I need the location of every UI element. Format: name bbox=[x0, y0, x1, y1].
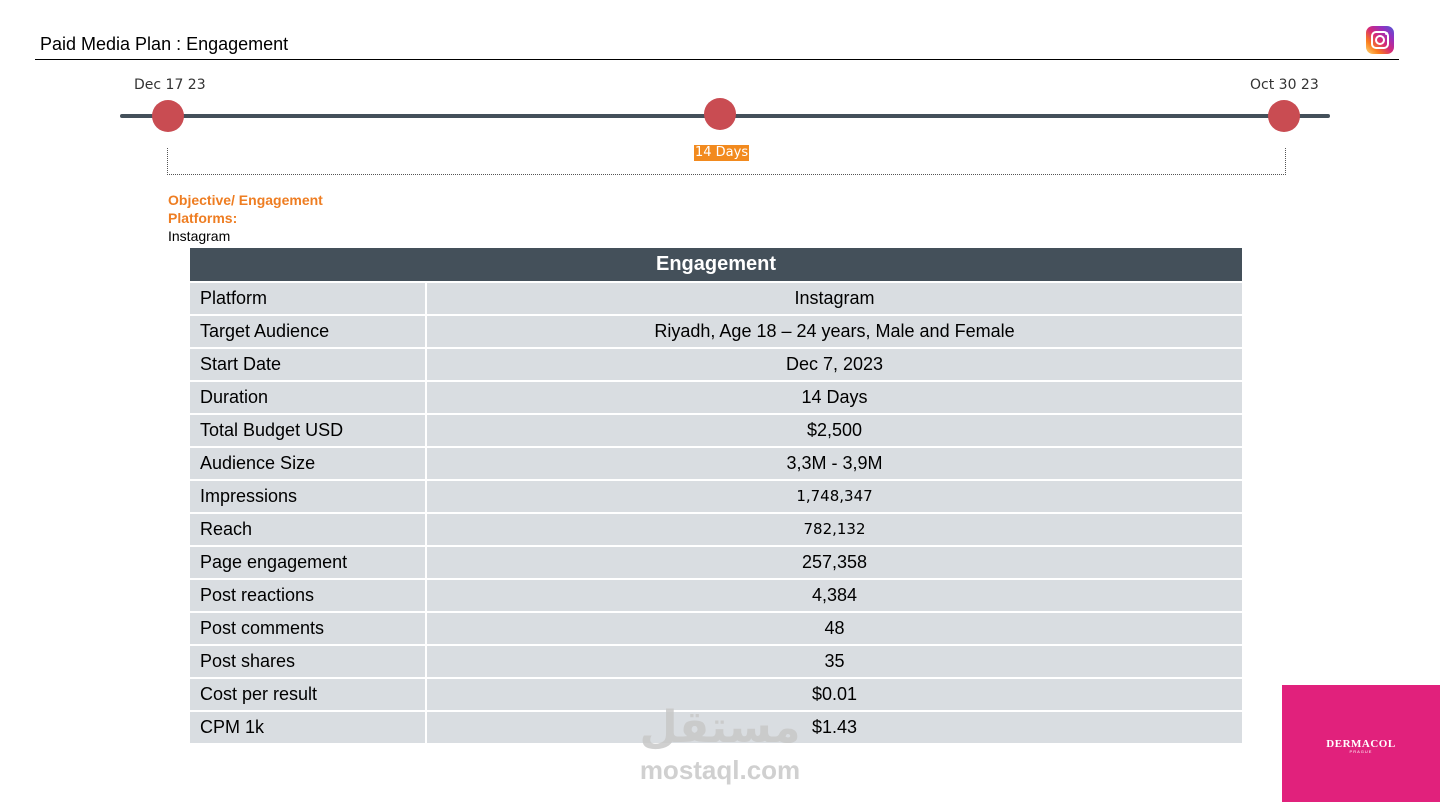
row-label: Audience Size bbox=[190, 448, 425, 479]
row-label: Total Budget USD bbox=[190, 415, 425, 446]
table-row: Platform Instagram bbox=[190, 283, 1242, 314]
timeline-end-node bbox=[1268, 100, 1300, 132]
row-value: 4,384 bbox=[427, 580, 1242, 611]
platforms-value: Instagram bbox=[168, 228, 231, 244]
row-label: Cost per result bbox=[190, 679, 425, 710]
row-value: 1,748,347 bbox=[427, 481, 1242, 512]
table-row: Post reactions 4,384 bbox=[190, 580, 1242, 611]
watermark-latin: mostaql.com bbox=[639, 755, 801, 785]
table-row: Post shares 35 bbox=[190, 646, 1242, 677]
row-label: CPM 1k bbox=[190, 712, 425, 743]
timeline-end-label: Oct 30 23 bbox=[1250, 77, 1319, 93]
table-row: Start Date Dec 7, 2023 bbox=[190, 349, 1242, 380]
platforms-label: Platforms: bbox=[168, 210, 238, 226]
row-value: Dec 7, 2023 bbox=[427, 349, 1242, 380]
row-value: 782,132 bbox=[427, 514, 1242, 545]
table-row: Impressions 1,748,347 bbox=[190, 481, 1242, 512]
row-label: Impressions bbox=[190, 481, 425, 512]
timeline-mid-node bbox=[704, 98, 736, 130]
instagram-icon-dot bbox=[1385, 32, 1388, 35]
table-row: Target Audience Riyadh, Age 18 – 24 years… bbox=[190, 316, 1242, 347]
header-divider bbox=[35, 59, 1399, 60]
row-value: $2,500 bbox=[427, 415, 1242, 446]
page-title: Paid Media Plan : Engagement bbox=[40, 34, 289, 54]
row-label: Post reactions bbox=[190, 580, 425, 611]
timeline-start-label: Dec 17 23 bbox=[134, 77, 206, 93]
brand-logo: DERMACOL PRAGUE bbox=[1282, 685, 1440, 802]
row-value: Riyadh, Age 18 – 24 years, Male and Fema… bbox=[427, 316, 1242, 347]
timeline-start-node bbox=[152, 100, 184, 132]
row-value: 3,3M - 3,9M bbox=[427, 448, 1242, 479]
duration-badge: 14 Days bbox=[694, 145, 750, 161]
table-row: Duration 14 Days bbox=[190, 382, 1242, 413]
instagram-icon-lens bbox=[1375, 35, 1385, 45]
table-row: Audience Size 3,3M - 3,9M bbox=[190, 448, 1242, 479]
row-label: Target Audience bbox=[190, 316, 425, 347]
watermark-arabic: مستقل bbox=[639, 702, 801, 753]
row-value: 257,358 bbox=[427, 547, 1242, 578]
instagram-icon bbox=[1366, 26, 1394, 54]
watermark: مستقل mostaql.com bbox=[632, 700, 808, 788]
brand-sub: PRAGUE bbox=[1349, 749, 1373, 754]
row-label: Post shares bbox=[190, 646, 425, 677]
row-label: Start Date bbox=[190, 349, 425, 380]
objective-heading: Objective/ Engagement bbox=[168, 192, 323, 208]
row-value: 48 bbox=[427, 613, 1242, 644]
row-label: Duration bbox=[190, 382, 425, 413]
table-title: Engagement bbox=[190, 248, 1242, 281]
row-label: Platform bbox=[190, 283, 425, 314]
row-value: 14 Days bbox=[427, 382, 1242, 413]
table-row: Post comments 48 bbox=[190, 613, 1242, 644]
row-value: Instagram bbox=[427, 283, 1242, 314]
engagement-table: Engagement Platform Instagram Target Audie… bbox=[190, 248, 1242, 743]
row-value: 35 bbox=[427, 646, 1242, 677]
row-value: $0.01 bbox=[427, 679, 1242, 710]
row-label: Post comments bbox=[190, 613, 425, 644]
table-row: Reach 782,132 bbox=[190, 514, 1242, 545]
row-value: $1.43 bbox=[427, 712, 1242, 743]
table-row: Total Budget USD $2,500 bbox=[190, 415, 1242, 446]
row-label: Page engagement bbox=[190, 547, 425, 578]
table-body: Platform Instagram Target Audience Riyadh, … bbox=[190, 283, 1242, 743]
table-row: Page engagement 257,358 bbox=[190, 547, 1242, 578]
row-label: Reach bbox=[190, 514, 425, 545]
